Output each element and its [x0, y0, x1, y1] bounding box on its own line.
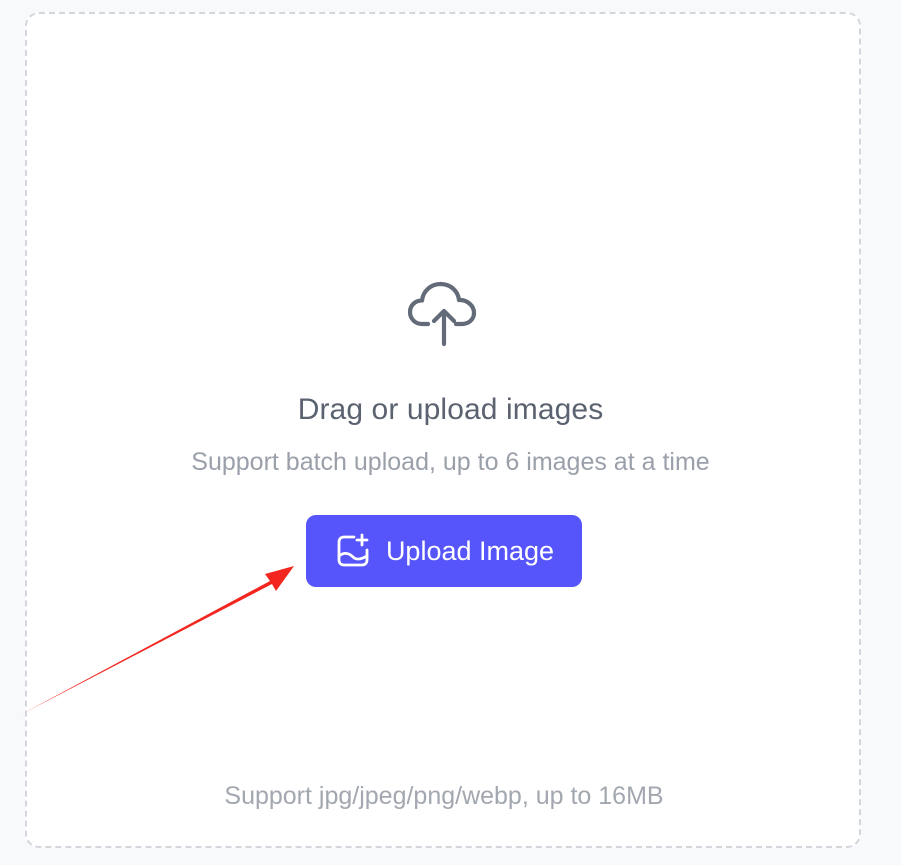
cloud-upload-icon — [407, 281, 477, 347]
upload-dropzone[interactable] — [25, 12, 861, 848]
upload-image-button-label: Upload Image — [385, 535, 555, 566]
upload-title: Drag or upload images — [297, 393, 604, 426]
file-format-note: Support jpg/jpeg/png/webp, up to 16MB — [224, 782, 664, 810]
upload-image-button[interactable]: Upload Image — [306, 515, 582, 587]
image-add-icon — [337, 533, 369, 567]
upload-subtitle: Support batch upload, up to 6 images at … — [191, 448, 710, 476]
